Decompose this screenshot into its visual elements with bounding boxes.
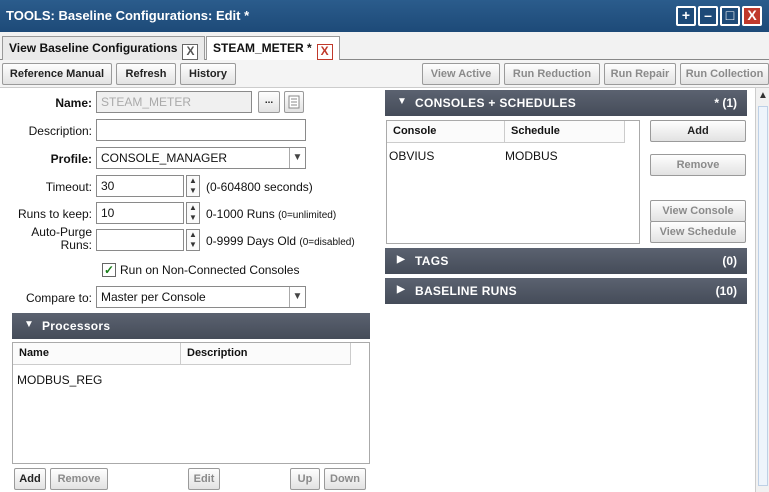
collapse-arrow-icon: ▼ (397, 96, 407, 107)
collapse-arrow-icon: ▼ (24, 319, 34, 330)
run-reduction-button[interactable]: Run Reduction (504, 63, 600, 85)
processors-header[interactable]: ▼ Processors (12, 313, 370, 339)
profile-label: Profile: (50, 152, 92, 166)
baseline-runs-title: BASELINE RUNS (415, 284, 517, 298)
reference-manual-button[interactable]: Reference Manual (2, 63, 112, 85)
non-connected-checkbox[interactable]: ✓ (102, 263, 116, 277)
vertical-scrollbar[interactable]: ▲ (755, 88, 769, 492)
add-console-button[interactable]: Add (650, 120, 746, 142)
name-details-button[interactable] (284, 91, 304, 113)
close-window-button[interactable]: X (742, 6, 762, 26)
name-lookup-button[interactable]: ... (258, 91, 280, 113)
processor-name: MODBUS_REG (17, 373, 103, 387)
consoles-table: Console Schedule OBVIUS MODBUS (386, 120, 640, 244)
view-active-button[interactable]: View Active (422, 63, 500, 85)
consoles-schedules-title: CONSOLES + SCHEDULES (415, 96, 577, 110)
toolbar: Reference Manual Refresh History View Ac… (0, 60, 769, 88)
tags-title: TAGS (415, 254, 449, 268)
timeout-label: Timeout: (45, 180, 92, 194)
expand-arrow-icon: ▶ (397, 284, 405, 295)
runs-to-keep-label: Runs to keep: (17, 207, 92, 221)
column-header-description[interactable]: Description (181, 343, 351, 365)
edit-processor-button[interactable]: Edit (188, 468, 220, 490)
move-up-button[interactable]: Up (290, 468, 320, 490)
tags-header[interactable]: ▶ TAGS (0) (385, 248, 747, 274)
profile-select[interactable]: CONSOLE_MANAGER ▼ (96, 147, 306, 169)
history-button[interactable]: History (180, 63, 236, 85)
close-tab-icon[interactable]: X (182, 44, 199, 60)
processors-title: Processors (42, 319, 111, 333)
profile-value: CONSOLE_MANAGER (101, 151, 228, 165)
baseline-runs-count: (10) (715, 284, 737, 298)
add-window-button[interactable]: + (676, 6, 696, 26)
table-row[interactable]: OBVIUS MODBUS (389, 149, 629, 163)
run-collection-button[interactable]: Run Collection (680, 63, 769, 85)
non-connected-label: Run on Non-Connected Consoles (120, 263, 300, 277)
tab-steam-meter[interactable]: STEAM_METER * X (206, 36, 340, 60)
list-icon (288, 95, 300, 109)
timeout-stepper[interactable]: ▲ ▼ (186, 175, 200, 197)
view-console-button[interactable]: View Console (650, 200, 746, 222)
column-header-schedule[interactable]: Schedule (505, 121, 625, 143)
maximize-button[interactable]: □ (720, 6, 740, 26)
tags-count: (0) (722, 254, 737, 268)
name-field[interactable]: STEAM_METER (96, 91, 252, 113)
tab-label: View Baseline Configurations (9, 41, 178, 55)
refresh-button[interactable]: Refresh (116, 63, 176, 85)
dropdown-arrow-icon: ▼ (289, 287, 305, 307)
compare-to-value: Master per Console (101, 290, 206, 304)
console-name: OBVIUS (389, 149, 435, 163)
window-titlebar: TOOLS: Baseline Configurations: Edit * +… (0, 0, 769, 32)
move-down-button[interactable]: Down (324, 468, 366, 490)
scrollbar-thumb[interactable] (758, 106, 768, 486)
name-label: Name: (55, 96, 92, 110)
minimize-button[interactable]: – (698, 6, 718, 26)
scroll-up-icon[interactable]: ▲ (757, 90, 769, 101)
compare-to-label: Compare to: (25, 291, 92, 305)
tab-strip: View Baseline Configurations X STEAM_METE… (0, 32, 769, 60)
view-schedule-button[interactable]: View Schedule (650, 221, 746, 243)
runs-to-keep-hint: 0-1000 Runs (0=unlimited) (206, 207, 337, 221)
timeout-field[interactable]: 30 (96, 175, 184, 197)
auto-purge-label: Auto-Purge Runs: (31, 225, 92, 252)
table-row[interactable]: MODBUS_REG (17, 373, 102, 387)
tab-view-baseline-configurations[interactable]: View Baseline Configurations X (2, 36, 206, 60)
auto-purge-stepper[interactable]: ▲ ▼ (186, 229, 200, 251)
remove-console-button[interactable]: Remove (650, 154, 746, 176)
add-processor-button[interactable]: Add (14, 468, 46, 490)
schedule-name: MODBUS (505, 149, 558, 163)
column-header-name[interactable]: Name (13, 343, 181, 365)
consoles-count: * (1) (714, 96, 737, 110)
baseline-runs-header[interactable]: ▶ BASELINE RUNS (10) (385, 278, 747, 304)
compare-to-select[interactable]: Master per Console ▼ (96, 286, 306, 308)
window-title: TOOLS: Baseline Configurations: Edit * (6, 8, 250, 23)
timeout-hint: (0-604800 seconds) (206, 180, 313, 194)
runs-to-keep-stepper[interactable]: ▲ ▼ (186, 202, 200, 224)
tab-label: STEAM_METER * (213, 41, 312, 55)
description-label: Description: (28, 124, 92, 138)
column-header-console[interactable]: Console (387, 121, 505, 143)
processors-table: Name Description MODBUS_REG (12, 342, 370, 464)
remove-processor-button[interactable]: Remove (50, 468, 108, 490)
run-repair-button[interactable]: Run Repair (604, 63, 676, 85)
dropdown-arrow-icon: ▼ (289, 148, 305, 168)
expand-arrow-icon: ▶ (397, 254, 405, 265)
close-tab-icon[interactable]: X (316, 44, 333, 60)
auto-purge-field[interactable] (96, 229, 184, 251)
consoles-schedules-header[interactable]: ▼ CONSOLES + SCHEDULES * (1) (385, 90, 747, 116)
auto-purge-hint: 0-9999 Days Old (0=disabled) (206, 234, 355, 248)
runs-to-keep-field[interactable]: 10 (96, 202, 184, 224)
description-field[interactable] (96, 119, 306, 141)
